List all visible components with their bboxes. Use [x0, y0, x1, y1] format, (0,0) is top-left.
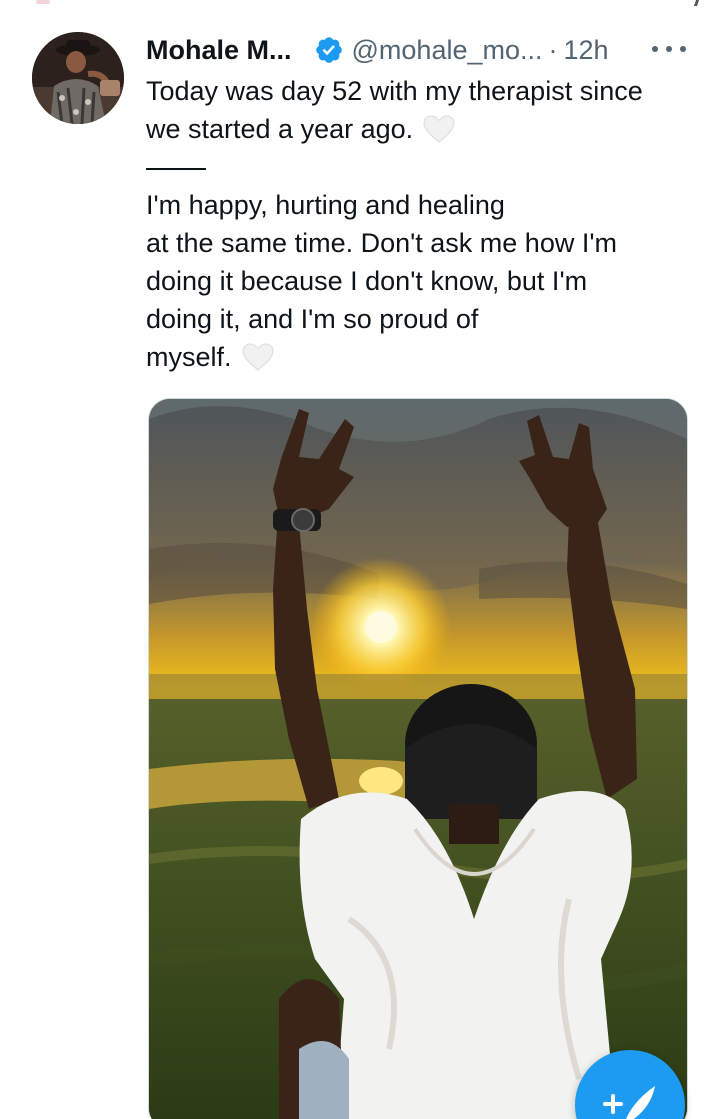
tweet-text-line: doing it because I don't know, but I'm [146, 266, 588, 296]
tweet-header: Mohale M... @mohale_mo... · 12h [146, 30, 686, 70]
decorative-speck [36, 0, 50, 4]
tweet-text-line: Today was day 52 with my therapist since [146, 76, 643, 106]
compose-tweet-icon [603, 1086, 655, 1119]
top-edge-strip [0, 0, 720, 8]
tweet-text-line: I'm happy, hurting and healing [146, 190, 505, 220]
verified-badge-icon [314, 35, 344, 65]
dash-divider [146, 148, 686, 186]
tweet-photo[interactable] [148, 398, 688, 1119]
avatar[interactable] [32, 32, 124, 124]
decorative-tick [693, 0, 700, 6]
tweet-screen: Mohale M... @mohale_mo... · 12h Today wa… [0, 0, 720, 1119]
tweet-body: Today was day 52 with my therapist since… [146, 72, 686, 376]
tweet-text-line: we started a year ago. [146, 114, 414, 144]
tweet-text-line: doing it, and I'm so proud of [146, 304, 479, 334]
header-separator: · [548, 34, 558, 65]
tweet-timestamp[interactable]: 12h [564, 35, 609, 66]
more-options-icon[interactable] [652, 34, 686, 64]
tweet-text-line: at the same time. Don't ask me how I'm [146, 228, 617, 258]
white-heart-icon [423, 115, 455, 143]
display-name[interactable]: Mohale M... [146, 35, 292, 66]
tweet-text-line-with-emoji: we started a year ago. [146, 110, 686, 148]
tweet-text-line-with-emoji: myself. [146, 338, 686, 376]
tweet-text-line: myself. [146, 342, 232, 372]
user-handle[interactable]: @mohale_mo... [352, 35, 543, 66]
white-heart-icon [242, 343, 274, 371]
